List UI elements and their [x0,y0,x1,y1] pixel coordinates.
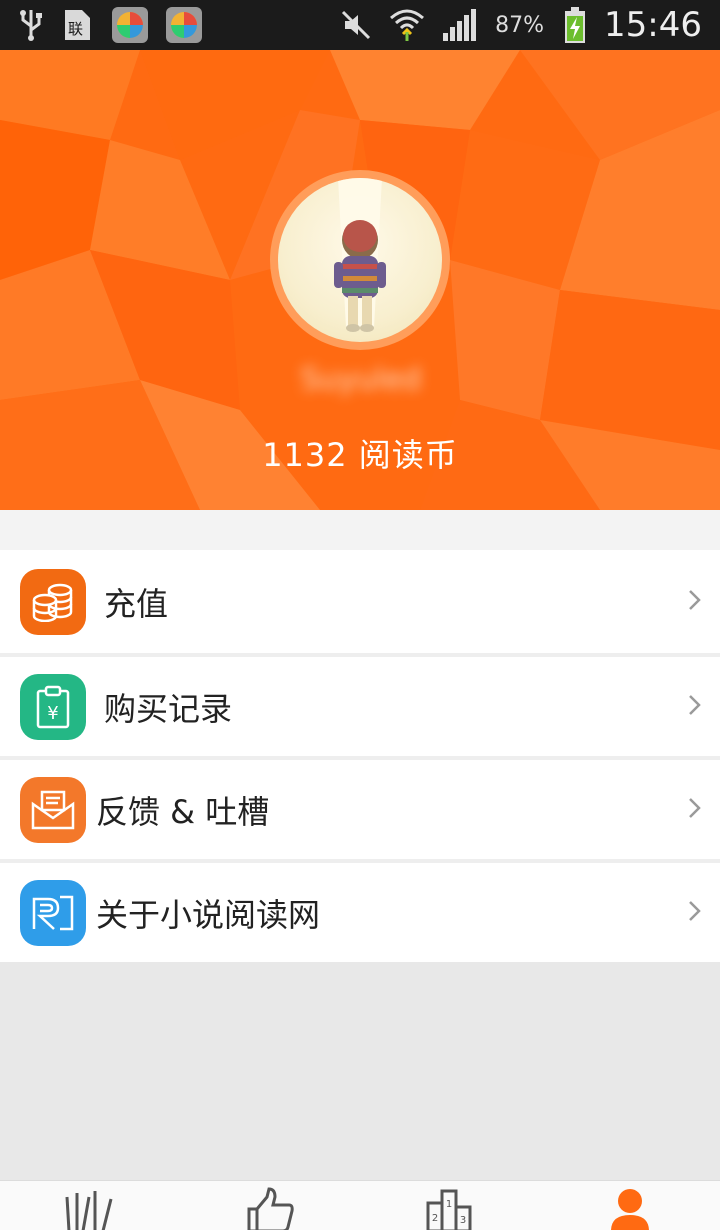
profile-icon [605,1187,655,1230]
chevron-right-icon [688,900,702,926]
username: Suyuled [300,362,422,397]
clock: 15:46 [604,5,702,45]
signal-icon [443,9,477,41]
profile-header: Suyuled 1132 阅读币 [0,50,720,510]
menu-item-purchase-history[interactable]: ¥ 购买记录 [0,653,720,756]
menu-item-feedback[interactable]: 反馈 & 吐槽 [0,756,720,859]
chevron-right-icon [688,694,702,720]
menu-item-about[interactable]: 关于小说阅读网 [0,859,720,962]
avatar[interactable] [278,178,442,342]
menu-item-label: 充值 [104,584,169,623]
tab-ranking[interactable]: 213 [360,1181,540,1230]
chevron-right-icon [688,589,702,615]
wifi-icon [389,8,425,42]
app-logo-icon [20,879,86,946]
section-spacer [0,510,720,550]
menu-item-label: 反馈 & 吐槽 [96,792,270,831]
ranking-icon: 213 [425,1187,475,1230]
mute-icon [341,10,371,40]
battery-percent: 87% [495,12,545,38]
status-bar: 联 87% 15:46 [0,0,720,50]
battery-charging-icon [564,7,586,43]
svg-text:3: 3 [460,1215,466,1226]
coins-icon [20,568,86,635]
menu-list: 充值 ¥ 购买记录 反馈 & 吐槽 关于小说阅读网 [0,550,720,962]
menu-item-recharge[interactable]: 充值 [0,550,720,653]
tab-recommend[interactable] [180,1181,360,1230]
tab-profile[interactable] [540,1181,720,1230]
mail-icon [20,776,86,843]
avatar-ring[interactable] [270,170,450,350]
chevron-right-icon [688,797,702,823]
bookshelf-icon [65,1187,115,1230]
coin-balance: 1132 阅读币 [262,436,458,474]
app-icon [112,7,148,43]
svg-text:联: 联 [68,20,83,38]
usb-icon [18,8,44,42]
app-icon [166,7,202,43]
svg-text:1: 1 [446,1199,452,1210]
thumbs-up-icon [245,1187,295,1230]
menu-item-label: 关于小说阅读网 [96,895,321,934]
sim-icon: 联 [62,8,94,42]
avatar-image [334,178,386,332]
svg-text:¥: ¥ [47,703,58,724]
receipt-icon: ¥ [20,673,86,740]
bottom-nav: 213 [0,1180,720,1230]
menu-item-label: 购买记录 [104,689,233,728]
svg-text:2: 2 [432,1213,438,1224]
tab-bookshelf[interactable] [0,1181,180,1230]
